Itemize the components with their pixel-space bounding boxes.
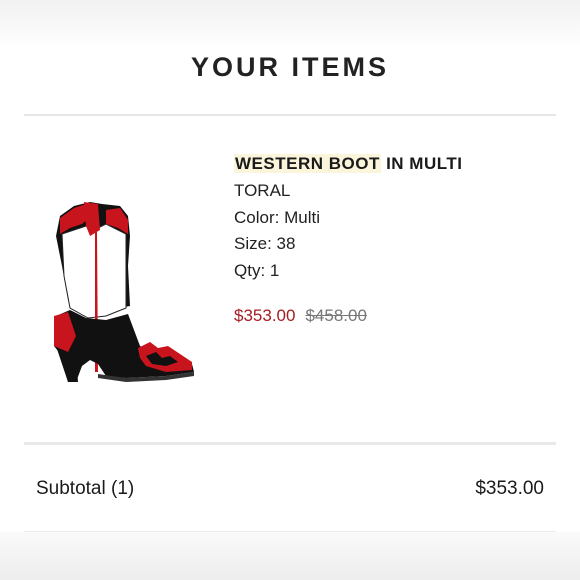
divider-top xyxy=(24,114,556,116)
size-label: Size: xyxy=(234,234,272,253)
product-name-rest[interactable]: IN MULTI xyxy=(381,154,463,173)
color-label: Color: xyxy=(234,207,280,227)
size-row: Size: 38 xyxy=(234,231,564,258)
product-name[interactable]: WESTERN BOOT IN MULTI xyxy=(234,152,564,176)
divider-bottom xyxy=(24,442,556,445)
product-image[interactable] xyxy=(46,196,198,386)
sale-price: $353.00 xyxy=(234,306,296,325)
subtotal-label: Subtotal (1) xyxy=(36,478,135,499)
original-price: $458.00 xyxy=(305,306,367,325)
top-fade xyxy=(0,0,580,48)
color-row: Color: Multi xyxy=(234,205,564,232)
page-title: YOUR ITEMS xyxy=(190,52,389,82)
product-name-highlight[interactable]: WESTERN BOOT xyxy=(234,154,381,173)
qty-label: Qty: xyxy=(234,260,266,280)
size-value: 38 xyxy=(276,234,296,253)
qty-row: Qty: 1 xyxy=(234,258,564,285)
subtotal-value: $353.00 xyxy=(475,478,544,499)
price-row: $353.00 $458.00 xyxy=(234,306,564,326)
qty-value: 1 xyxy=(269,260,280,280)
bottom-fade xyxy=(0,532,580,580)
western-boot-icon xyxy=(54,202,194,382)
color-value: Multi xyxy=(284,207,320,227)
item-details: WESTERN BOOT IN MULTI TORAL Color: Multi… xyxy=(234,152,564,326)
product-brand: TORAL xyxy=(234,181,291,200)
